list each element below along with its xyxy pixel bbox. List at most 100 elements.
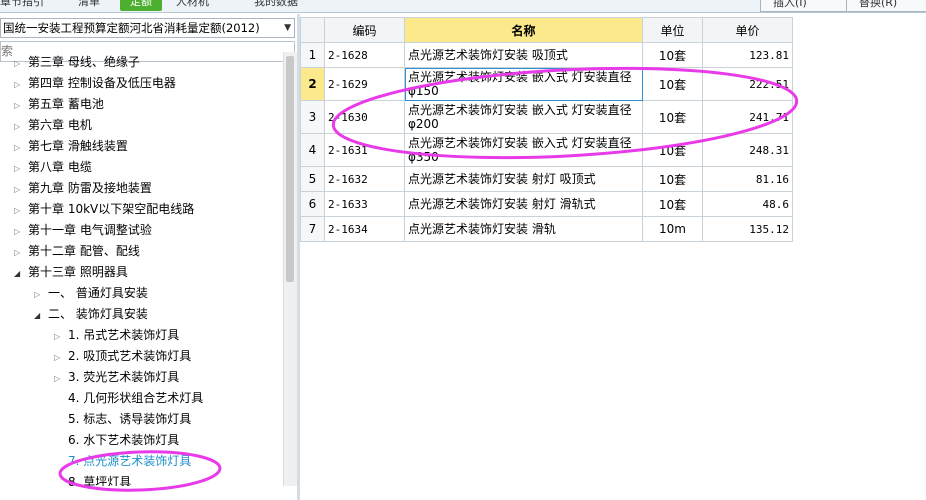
code-cell[interactable]: 2-1633 (324, 191, 405, 217)
collapsed-arrow-icon[interactable]: ▷ (14, 95, 28, 116)
code-cell[interactable]: 2-1629 (324, 67, 405, 101)
expanded-arrow-icon[interactable]: ◢ (34, 305, 48, 326)
tab-my-data[interactable]: 我的数据 (254, 0, 298, 11)
name-cell[interactable]: 点光源艺术装饰灯安装 吸顶式 (404, 42, 643, 68)
tree-node[interactable]: 4. 几何形状组合艺术灯具 (54, 388, 203, 409)
table-row[interactable]: 6 2-1633 点光源艺术装饰灯安装 射灯 滑轨式 10套 48.6 (300, 191, 793, 217)
table-row[interactable]: 2 2-1629 点光源艺术装饰灯安装 嵌入式 灯安装直径φ150 10套 222.51 (300, 67, 793, 101)
tree-node[interactable]: ▷ 第三章 母线、绝缘子 (14, 52, 140, 73)
unit-cell[interactable]: 10套 (642, 67, 703, 101)
row-number-cell[interactable]: 5 (300, 166, 325, 192)
collapsed-arrow-icon[interactable]: ▷ (54, 326, 68, 347)
header-name[interactable]: 名称 (404, 17, 643, 43)
unit-cell[interactable]: 10套 (642, 42, 703, 68)
price-cell[interactable]: 248.31 (702, 133, 793, 167)
tree-node[interactable]: ▷ 第十章 10kV以下架空配电线路 (14, 199, 194, 220)
tree-node[interactable]: ▷ 2. 吸顶式艺术装饰灯具 (54, 346, 191, 367)
table-row[interactable]: 4 2-1631 点光源艺术装饰灯安装 嵌入式 灯安装直径φ350 10套 248.31 (300, 133, 793, 167)
name-cell[interactable]: 点光源艺术装饰灯安装 射灯 滑轨式 (404, 191, 643, 217)
unit-cell[interactable]: 10套 (642, 191, 703, 217)
unit-cell[interactable]: 10套 (642, 166, 703, 192)
name-cell[interactable]: 点光源艺术装饰灯安装 嵌入式 灯安装直径φ150 (404, 67, 643, 101)
price-cell[interactable]: 222.51 (702, 67, 793, 101)
tree-node[interactable]: ▷ 3. 荧光艺术装饰灯具 (54, 367, 179, 388)
collapsed-arrow-icon[interactable]: ▷ (14, 137, 28, 158)
collapsed-arrow-icon[interactable]: ▷ (54, 347, 68, 368)
tree-node[interactable]: ▷ 第八章 电缆 (14, 157, 92, 178)
name-cell[interactable]: 点光源艺术装饰灯安装 滑轨 (404, 216, 643, 242)
tree-node-label: 4. 几何形状组合艺术灯具 (68, 391, 204, 405)
tree-node[interactable]: ▷ 第十一章 电气调整试验 (14, 220, 152, 241)
price-cell[interactable]: 81.16 (702, 166, 793, 192)
name-cell[interactable]: 点光源艺术装饰灯安装 嵌入式 灯安装直径φ200 (404, 100, 643, 134)
code-cell[interactable]: 2-1632 (324, 166, 405, 192)
name-cell[interactable]: 点光源艺术装饰灯安装 射灯 吸顶式 (404, 166, 643, 192)
unit-cell[interactable]: 10套 (642, 100, 703, 134)
code-cell[interactable]: 2-1630 (324, 100, 405, 134)
collapsed-arrow-icon[interactable]: ▷ (14, 116, 28, 137)
chevron-down-icon[interactable]: ▼ (284, 19, 291, 37)
tree-node[interactable]: ◢ 二、 装饰灯具安装 (34, 304, 148, 325)
tree-node[interactable]: ▷ 第九章 防雷及接地装置 (14, 178, 152, 199)
collapsed-arrow-icon[interactable]: ▷ (34, 284, 48, 305)
table-row[interactable]: 5 2-1632 点光源艺术装饰灯安装 射灯 吸顶式 10套 81.16 (300, 166, 793, 192)
tab-chapter-guide[interactable]: 章节指引 (0, 0, 44, 11)
collapsed-arrow-icon[interactable]: ▷ (14, 74, 28, 95)
tree-node-label: 第十一章 电气调整试验 (28, 223, 152, 237)
header-row-number (300, 17, 325, 43)
header-code[interactable]: 编码 (324, 17, 405, 43)
row-number-cell[interactable]: 1 (300, 42, 325, 68)
tree-node[interactable]: 7. 点光源艺术装饰灯具 (54, 451, 191, 472)
tree-node[interactable]: ▷ 第四章 控制设备及低压电器 (14, 73, 176, 94)
tree-node[interactable]: 5. 标志、诱导装饰灯具 (54, 409, 191, 430)
tree-node[interactable]: ◢ 第十三章 照明器具 (14, 262, 128, 283)
tree-node[interactable]: ▷ 1. 吊式艺术装饰灯具 (54, 325, 179, 346)
code-cell[interactable]: 2-1628 (324, 42, 405, 68)
tree-node[interactable]: ▷ 第五章 蓄电池 (14, 94, 104, 115)
table-row[interactable]: 7 2-1634 点光源艺术装饰灯安装 滑轨 10m 135.12 (300, 216, 793, 242)
quota-library-select[interactable]: 国统一安装工程预算定额河北省消耗量定额(2012) ▼ (0, 18, 295, 38)
row-number-cell[interactable]: 2 (300, 67, 325, 101)
collapsed-arrow-icon[interactable]: ▷ (14, 179, 28, 200)
tree-node[interactable]: ▷ 第十二章 配管、配线 (14, 241, 140, 262)
code-cell[interactable]: 2-1631 (324, 133, 405, 167)
unit-cell[interactable]: 10套 (642, 133, 703, 167)
name-cell[interactable]: 点光源艺术装饰灯安装 嵌入式 灯安装直径φ350 (404, 133, 643, 167)
tab-labor-material[interactable]: 人材机 (176, 0, 209, 11)
collapsed-arrow-icon[interactable]: ▷ (14, 53, 28, 74)
price-cell[interactable]: 241.71 (702, 100, 793, 134)
tree-node[interactable]: ▷ 第六章 电机 (14, 115, 92, 136)
table-row[interactable]: 1 2-1628 点光源艺术装饰灯安装 吸顶式 10套 123.81 (300, 42, 793, 68)
tab-bill[interactable]: 清单 (78, 0, 100, 11)
price-cell[interactable]: 123.81 (702, 42, 793, 68)
tree-node[interactable]: 6. 水下艺术装饰灯具 (54, 430, 179, 451)
price-cell[interactable]: 48.6 (702, 191, 793, 217)
collapsed-arrow-icon[interactable]: ▷ (54, 368, 68, 389)
collapsed-arrow-icon[interactable]: ▷ (14, 158, 28, 179)
code-cell[interactable]: 2-1634 (324, 216, 405, 242)
row-number-cell[interactable]: 7 (300, 216, 325, 242)
row-number-cell[interactable]: 6 (300, 191, 325, 217)
tree-node[interactable]: 8. 草坪灯具 (54, 472, 131, 486)
header-unit[interactable]: 单位 (642, 17, 703, 43)
expanded-arrow-icon[interactable]: ◢ (14, 263, 28, 284)
tab-quota[interactable]: 定额 (120, 0, 162, 11)
price-cell[interactable]: 135.12 (702, 216, 793, 242)
tree-node-label: 第五章 蓄电池 (28, 97, 104, 111)
tree-node[interactable]: ▷ 一、 普通灯具安装 (34, 283, 148, 304)
replace-button[interactable]: 替换(R) (846, 0, 926, 12)
insert-button[interactable]: 插入(I) (760, 0, 852, 12)
tree-node[interactable]: ▷ 第七章 滑触线装置 (14, 136, 128, 157)
collapsed-arrow-icon[interactable]: ▷ (14, 221, 28, 242)
table-row[interactable]: 3 2-1630 点光源艺术装饰灯安装 嵌入式 灯安装直径φ200 10套 241.71 (300, 100, 793, 134)
tree-node-label: 第七章 滑触线装置 (28, 139, 128, 153)
tree-node-label: 二、 装饰灯具安装 (48, 307, 148, 321)
tree-scrollbar[interactable] (283, 52, 297, 486)
header-price[interactable]: 单价 (702, 17, 793, 43)
collapsed-arrow-icon[interactable]: ▷ (14, 200, 28, 221)
row-number-cell[interactable]: 4 (300, 133, 325, 167)
collapsed-arrow-icon[interactable]: ▷ (14, 242, 28, 263)
scrollbar-thumb[interactable] (286, 56, 294, 282)
unit-cell[interactable]: 10m (642, 216, 703, 242)
row-number-cell[interactable]: 3 (300, 100, 325, 134)
